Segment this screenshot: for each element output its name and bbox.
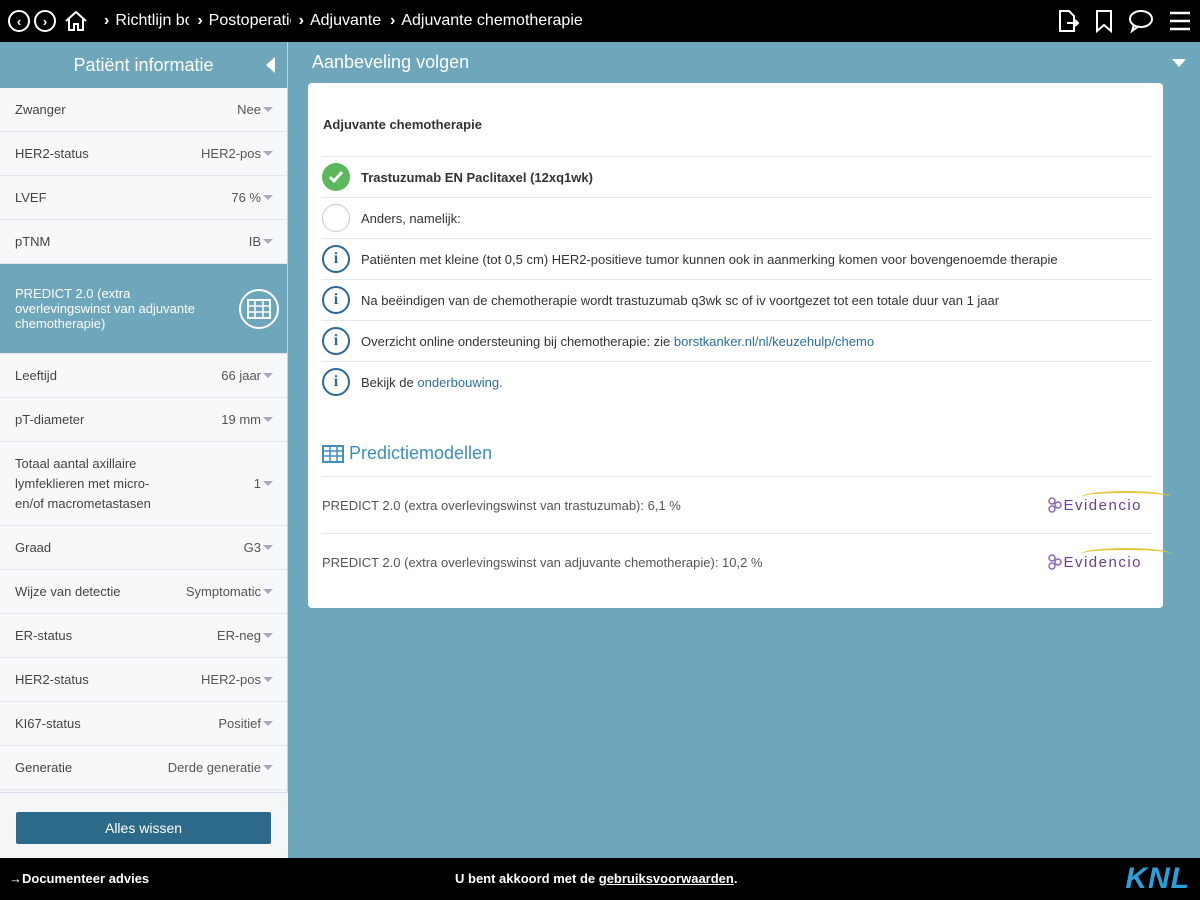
field-lvef[interactable]: LVEF 76 % [0,176,287,220]
info-row: i Na beëindigen van de chemotherapie wor… [322,279,1152,320]
predict-model-label: PREDICT 2.0 (extra overlevingswinst van … [15,286,195,331]
onderbouwing-link[interactable]: onderbouwing [417,375,499,390]
evidencio-logo[interactable]: Evidencio [1047,490,1172,514]
prediction-row: PREDICT 2.0 (extra overlevingswinst van … [322,476,1172,533]
chevron-down-icon [263,721,273,726]
patient-info-sidebar: Patiënt informatie Zwanger Nee HER2-stat… [0,42,288,858]
field-zwanger[interactable]: Zwanger Nee [0,88,287,132]
field-er-status[interactable]: ER-status ER-neg [0,614,287,658]
chevron-down-icon [263,239,273,244]
radio-empty-icon[interactable] [322,204,350,232]
info-icon: i [322,245,350,273]
info-row: i Bekijk de onderbouwing. [322,361,1152,402]
info-icon: i [322,327,350,355]
collapse-sidebar-icon[interactable] [266,57,275,73]
breadcrumb-current: › Adjuvante chemotherapie [389,12,583,29]
info-icon: i [322,368,350,396]
chevron-down-icon [263,195,273,200]
sidebar-header: Patiënt informatie [0,42,287,88]
back-icon[interactable]: ‹ [8,10,30,32]
field-pt-diameter[interactable]: pT-diameter 19 mm [0,398,287,442]
chevron-down-icon [263,481,273,486]
option-selected[interactable]: Trastuzumab EN Paclitaxel (12xq1wk) [322,156,1152,197]
chevron-down-icon[interactable] [1172,59,1186,67]
terms-link[interactable]: gebruiksvoorwaarden [599,871,734,886]
forward-icon[interactable]: › [34,10,56,32]
evidencio-mark-icon [1048,554,1063,570]
chevron-down-icon [263,417,273,422]
chevron-down-icon [263,633,273,638]
breadcrumb-item[interactable]: ›Postoperatief [189,12,290,30]
evidencio-mark-icon [1048,497,1063,513]
main-content: Aanbeveling volgen Adjuvante chemotherap… [289,42,1200,858]
sidebar-title: Patiënt informatie [73,54,214,75]
option-other[interactable]: Anders, namelijk: [322,197,1152,238]
breadcrumb-item[interactable]: ›Richtlijn borstkanker [96,12,189,30]
field-generatie[interactable]: Generatie Derde generatie [0,746,287,790]
recommendation-header[interactable]: Aanbeveling volgen [289,42,1200,82]
breadcrumb-item[interactable]: › Adjuvante [291,12,382,30]
calculator-icon [322,444,344,463]
chevron-down-icon [263,151,273,156]
check-icon[interactable] [322,163,350,191]
sidebar-footer: Alles wissen [0,792,288,858]
field-ptnm[interactable]: pTNM IB [0,220,287,264]
info-row: i Overzicht online ondersteuning bij che… [322,320,1152,361]
field-leeftijd[interactable]: Leeftijd 66 jaar [0,354,287,398]
chevron-down-icon [263,373,273,378]
chemo-support-link[interactable]: borstkanker.nl/nl/keuzehulp/chemo [674,334,874,349]
clear-all-button[interactable]: Alles wissen [16,812,271,844]
field-graad[interactable]: Graad G3 [0,526,287,570]
chevron-down-icon [263,107,273,112]
card-title: Adjuvante chemotherapie [323,117,482,132]
info-icon: i [322,286,350,314]
terms-notice: U bent akkoord met de gebruiksvoorwaarde… [455,871,738,886]
field-wijze-van-detectie[interactable]: Wijze van detectie Symptomatic [0,570,287,614]
home-icon[interactable] [64,9,90,33]
predict-model-section: PREDICT 2.0 (extra overlevingswinst van … [0,264,287,354]
document-advice-link[interactable]: →Documenteer advies [9,871,149,886]
bottom-bar: →Documenteer advies U bent akkoord met d… [0,858,1200,900]
field-ki67-status[interactable]: KI67-status Positief [0,702,287,746]
field-lymfeklieren[interactable]: Totaal aantal axillaire lymfeklieren met… [0,442,287,526]
evidencio-logo[interactable]: Evidencio [1047,547,1172,571]
recommendation-card: Adjuvante chemotherapie Trastuzumab EN P… [308,83,1172,608]
breadcrumb: ›Richtlijn borstkanker ›Postoperatief ›A… [96,12,583,30]
field-her2-status[interactable]: HER2-status HER2-pos [0,132,287,176]
chat-icon[interactable] [1128,9,1154,33]
menu-icon[interactable] [1168,10,1192,32]
chevron-down-icon [263,545,273,550]
calculator-icon[interactable] [239,288,279,329]
prediction-row: PREDICT 2.0 (extra overlevingswinst van … [322,533,1172,590]
recommendation-title: Aanbeveling volgen [312,51,470,72]
chevron-down-icon [263,765,273,770]
predictions-title: Predictiemodellen [322,443,492,464]
chevron-down-icon [263,589,273,594]
field-her2-status-2[interactable]: HER2-status HER2-pos [0,658,287,702]
info-row: i Patiënten met kleine (tot 0,5 cm) HER2… [322,238,1152,279]
chevron-down-icon [263,677,273,682]
bookmark-icon[interactable] [1094,9,1114,33]
top-navigation-bar: ‹ › ›Richtlijn borstkanker ›Postoperatie… [0,0,1200,42]
arrow-right-icon: → [9,871,22,886]
document-export-icon[interactable] [1056,9,1080,33]
knl-logo: KNL [1125,862,1190,895]
